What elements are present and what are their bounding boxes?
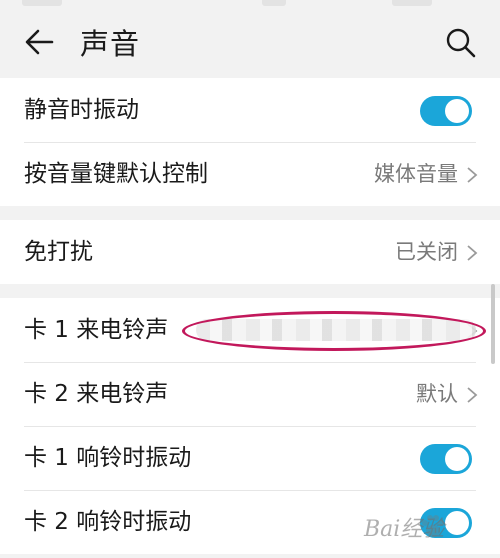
row-do-not-disturb[interactable]: 免打扰 已关闭 xyxy=(0,220,500,284)
row-label: 静音时振动 xyxy=(24,97,139,123)
paw-icon xyxy=(422,515,444,537)
row-value: 已关闭 xyxy=(395,240,458,264)
sim1-vibrate-toggle[interactable] xyxy=(420,444,472,474)
back-button[interactable] xyxy=(22,24,58,60)
search-icon xyxy=(446,28,476,58)
chevron-right-icon xyxy=(467,245,478,261)
row-label: 卡 2 响铃时振动 xyxy=(24,509,192,535)
row-value: 媒体音量 xyxy=(374,162,458,186)
blurred-ringtone-value xyxy=(196,319,476,341)
arrow-left-icon xyxy=(25,29,54,55)
scrollbar[interactable] xyxy=(491,284,495,364)
row-sim2-ringtone[interactable]: 卡 2 来电铃声 默认 xyxy=(0,362,500,426)
row-label: 卡 1 响铃时振动 xyxy=(24,445,192,471)
toggle-knob xyxy=(445,447,469,471)
row-label: 免打扰 xyxy=(24,239,93,265)
settings-group-general: 静音时振动 按音量键默认控制 媒体音量 xyxy=(0,78,500,206)
watermark: Bai经验 xyxy=(360,503,500,545)
app-header: 声音 xyxy=(0,10,500,78)
status-bar xyxy=(0,0,500,10)
search-button[interactable] xyxy=(444,26,478,60)
page-title: 声音 xyxy=(80,27,141,61)
row-sim1-ring-vibrate[interactable]: 卡 1 响铃时振动 xyxy=(0,426,500,490)
silent-vibrate-toggle[interactable] xyxy=(420,96,472,126)
row-label: 卡 2 来电铃声 xyxy=(24,381,169,407)
settings-group-dnd: 免打扰 已关闭 xyxy=(0,220,500,284)
chevron-right-icon xyxy=(467,387,478,403)
toggle-knob xyxy=(445,99,469,123)
row-volume-key-default[interactable]: 按音量键默认控制 媒体音量 xyxy=(0,142,500,206)
row-silent-vibrate[interactable]: 静音时振动 xyxy=(0,78,500,142)
chevron-right-icon xyxy=(467,167,478,183)
row-value: 默认 xyxy=(416,382,458,406)
row-label: 卡 1 来电铃声 xyxy=(24,317,169,343)
row-label: 按音量键默认控制 xyxy=(24,161,208,187)
